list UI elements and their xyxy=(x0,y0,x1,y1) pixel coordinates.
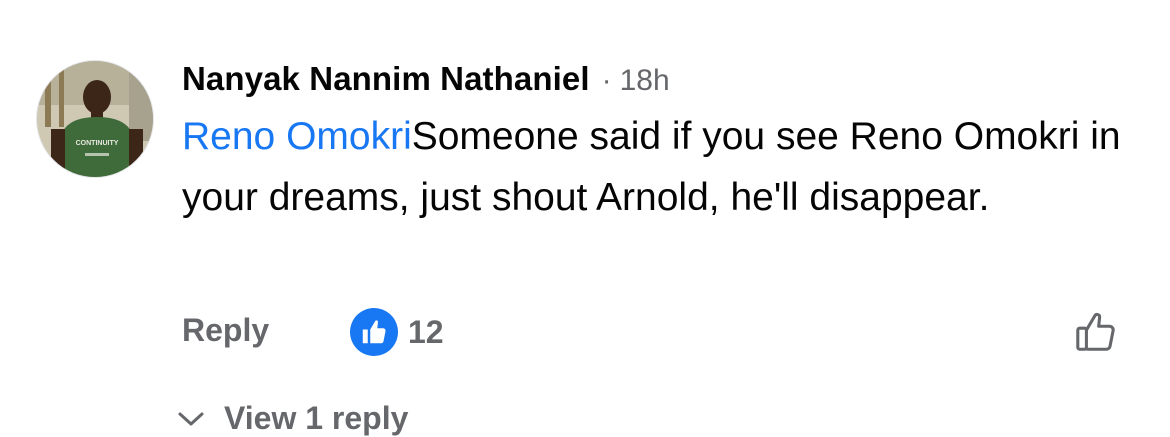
mention-link[interactable]: Reno Omokri xyxy=(182,115,412,158)
separator: · xyxy=(601,64,612,97)
comment: Nanyak Nannim Nathaniel · 18h Reno Omokr… xyxy=(182,60,1142,228)
view-replies-button[interactable]: View 1 reply xyxy=(176,400,408,437)
like-reaction-icon xyxy=(350,308,398,356)
view-replies-label: View 1 reply xyxy=(224,400,409,436)
avatar-shirt-text: CONTINUITY xyxy=(76,140,119,147)
reaction-count: 12 xyxy=(408,313,444,350)
reply-button[interactable]: Reply xyxy=(182,312,269,349)
comment-header: Nanyak Nannim Nathaniel · 18h xyxy=(182,60,1142,98)
comment-actions: Reply 12 xyxy=(182,306,1142,362)
author-name[interactable]: Nanyak Nannim Nathaniel xyxy=(182,60,590,98)
reactions-summary[interactable]: 12 xyxy=(350,306,444,358)
comment-text: Reno OmokriSomeone said if you see Reno … xyxy=(182,106,1142,228)
avatar[interactable]: CONTINUITY xyxy=(36,60,154,178)
timestamp[interactable]: 18h xyxy=(620,64,670,98)
thumbs-up-outline-icon[interactable] xyxy=(1070,306,1122,358)
chevron-down-icon xyxy=(176,400,206,437)
avatar-photo: CONTINUITY xyxy=(37,61,153,177)
